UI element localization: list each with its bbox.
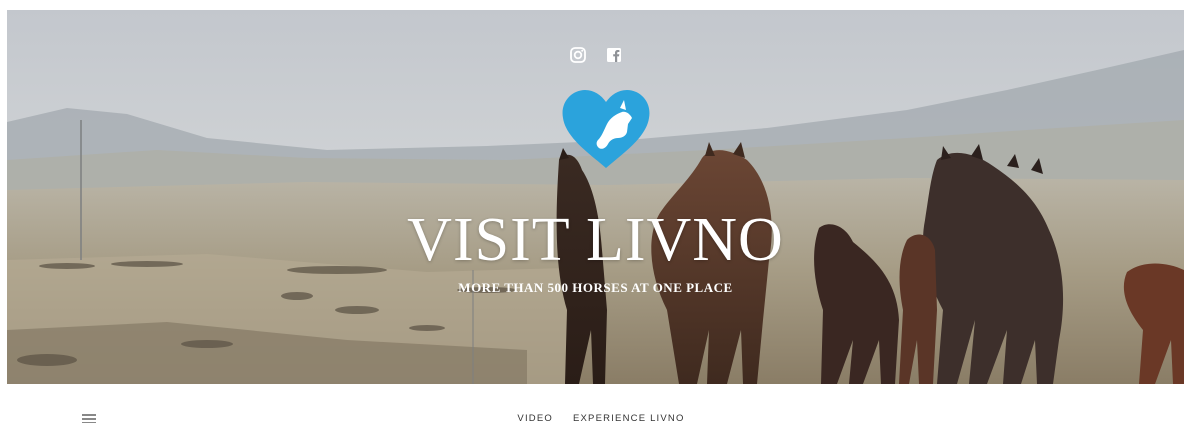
nav-item-experience-livno[interactable]: EXPERIENCE LIVNO [573, 413, 685, 423]
navigation-bar: VIDEO EXPERIENCE LIVNO [0, 384, 1184, 423]
hero-image [7, 10, 1184, 384]
page: VISIT LIVNO MORE THAN 500 HORSES AT ONE … [0, 0, 1184, 423]
instagram-link[interactable] [569, 46, 587, 64]
site-logo[interactable] [560, 88, 652, 170]
main-nav: VIDEO EXPERIENCE LIVNO [0, 413, 1184, 423]
instagram-icon [569, 47, 586, 63]
site-tagline: MORE THAN 500 HORSES AT ONE PLACE [458, 280, 733, 295]
social-links [7, 46, 1184, 64]
nav-item-video[interactable]: VIDEO [517, 413, 553, 423]
hero-banner: VISIT LIVNO MORE THAN 500 HORSES AT ONE … [7, 10, 1184, 384]
heart-horse-logo-icon [562, 90, 650, 168]
site-title[interactable]: VISIT LIVNO [7, 205, 1184, 275]
facebook-icon [606, 48, 621, 62]
facebook-link[interactable] [605, 46, 623, 64]
